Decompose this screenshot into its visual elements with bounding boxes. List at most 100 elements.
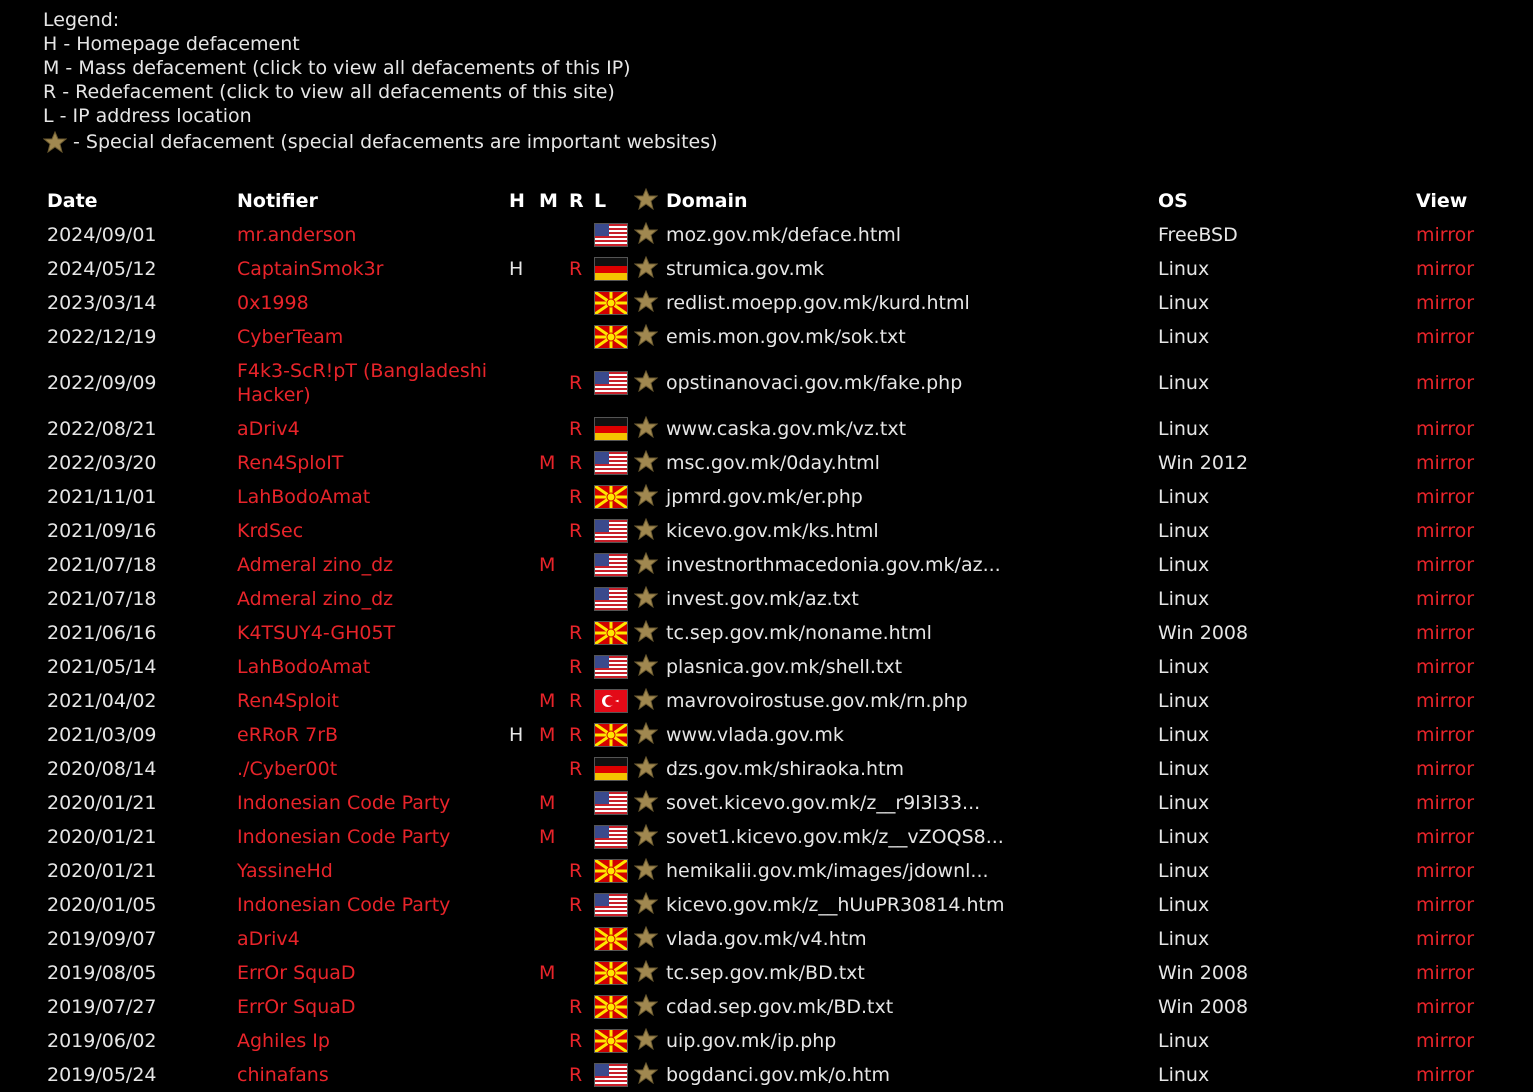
- notifier-link[interactable]: Aghiles Ip: [237, 1024, 509, 1058]
- notifier-name[interactable]: aDriv4: [237, 927, 300, 951]
- redeface-link[interactable]: R: [569, 514, 594, 548]
- mirror-link[interactable]: mirror: [1416, 548, 1506, 582]
- redeface-link[interactable]: R: [569, 252, 594, 286]
- mirror-link[interactable]: mirror: [1416, 922, 1506, 956]
- mirror-link[interactable]: mirror: [1416, 218, 1506, 252]
- redeface-link[interactable]: R: [569, 990, 594, 1024]
- mass-link[interactable]: M: [539, 548, 569, 582]
- notifier-link[interactable]: aDriv4: [237, 922, 509, 956]
- mirror-link[interactable]: mirror: [1416, 752, 1506, 786]
- notifier-name[interactable]: mr.anderson: [237, 223, 356, 247]
- notifier-link[interactable]: CyberTeam: [237, 320, 509, 354]
- mirror-link[interactable]: mirror: [1416, 956, 1506, 990]
- notifier-name[interactable]: Ren4Sploit: [237, 689, 339, 713]
- notifier-link[interactable]: aDriv4: [237, 412, 509, 446]
- mirror-link[interactable]: mirror: [1416, 820, 1506, 854]
- redeface-link[interactable]: R: [569, 412, 594, 446]
- notifier-name[interactable]: YassineHd: [237, 859, 333, 883]
- notifier-name[interactable]: 0x1998: [237, 291, 309, 315]
- redeface-link[interactable]: R: [569, 684, 594, 718]
- mirror-link[interactable]: mirror: [1416, 684, 1506, 718]
- notifier-name[interactable]: KrdSec: [237, 519, 303, 543]
- mass-link[interactable]: M: [539, 956, 569, 990]
- mirror-link[interactable]: mirror: [1416, 1058, 1506, 1092]
- mirror-link[interactable]: mirror: [1416, 718, 1506, 752]
- mirror-link[interactable]: mirror: [1416, 286, 1506, 320]
- notifier-link[interactable]: Ren4Sploit: [237, 684, 509, 718]
- notifier-link[interactable]: LahBodoAmat: [237, 480, 509, 514]
- mass-link[interactable]: M: [539, 786, 569, 820]
- notifier-link[interactable]: eRRoR 7rB: [237, 718, 509, 752]
- redeface-link[interactable]: R: [569, 752, 594, 786]
- notifier-name[interactable]: Indonesian Code Party: [237, 893, 450, 917]
- redeface-link[interactable]: R: [569, 888, 594, 922]
- redeface-link[interactable]: R: [569, 854, 594, 888]
- notifier-link[interactable]: LahBodoAmat: [237, 650, 509, 684]
- mirror-link[interactable]: mirror: [1416, 252, 1506, 286]
- redeface-link[interactable]: R: [569, 1024, 594, 1058]
- notifier-name[interactable]: K4TSUY4-GH05T: [237, 621, 395, 645]
- notifier-link[interactable]: Indonesian Code Party: [237, 888, 509, 922]
- mirror-link[interactable]: mirror: [1416, 582, 1506, 616]
- mirror-link[interactable]: mirror: [1416, 990, 1506, 1024]
- notifier-link[interactable]: K4TSUY4-GH05T: [237, 616, 509, 650]
- redeface-link[interactable]: R: [569, 354, 594, 412]
- mirror-link[interactable]: mirror: [1416, 888, 1506, 922]
- notifier-name[interactable]: Admeral zino_dz: [237, 553, 393, 577]
- notifier-link[interactable]: chinafans: [237, 1058, 509, 1092]
- notifier-name[interactable]: Aghiles Ip: [237, 1029, 330, 1053]
- mirror-link[interactable]: mirror: [1416, 412, 1506, 446]
- mirror-link[interactable]: mirror: [1416, 354, 1506, 412]
- notifier-link[interactable]: Indonesian Code Party: [237, 786, 509, 820]
- notifier-link[interactable]: YassineHd: [237, 854, 509, 888]
- notifier-name[interactable]: aDriv4: [237, 417, 300, 441]
- notifier-name[interactable]: Indonesian Code Party: [237, 825, 450, 849]
- notifier-name[interactable]: CyberTeam: [237, 325, 343, 349]
- mass-link[interactable]: M: [539, 820, 569, 854]
- notifier-link[interactable]: KrdSec: [237, 514, 509, 548]
- notifier-link[interactable]: Admeral zino_dz: [237, 582, 509, 616]
- notifier-name[interactable]: eRRoR 7rB: [237, 723, 338, 747]
- mass-link[interactable]: M: [539, 684, 569, 718]
- redeface-link[interactable]: R: [569, 718, 594, 752]
- us-flag-icon: [594, 223, 628, 247]
- star-icon: [633, 891, 659, 914]
- notifier-link[interactable]: ErrOr SquaD: [237, 956, 509, 990]
- redeface-link[interactable]: R: [569, 480, 594, 514]
- notifier-link[interactable]: Admeral zino_dz: [237, 548, 509, 582]
- mirror-link[interactable]: mirror: [1416, 320, 1506, 354]
- notifier-name[interactable]: LahBodoAmat: [237, 485, 370, 509]
- notifier-link[interactable]: mr.anderson: [237, 218, 509, 252]
- mirror-link[interactable]: mirror: [1416, 854, 1506, 888]
- notifier-link[interactable]: Indonesian Code Party: [237, 820, 509, 854]
- mirror-link[interactable]: mirror: [1416, 514, 1506, 548]
- notifier-link[interactable]: F4k3-ScR!pT (Bangladeshi Hacker): [237, 354, 509, 412]
- notifier-link[interactable]: CaptainSmok3r: [237, 252, 509, 286]
- notifier-name[interactable]: ErrOr SquaD: [237, 995, 356, 1019]
- mirror-link[interactable]: mirror: [1416, 480, 1506, 514]
- mirror-link[interactable]: mirror: [1416, 446, 1506, 480]
- notifier-link[interactable]: Ren4SploIT: [237, 446, 509, 480]
- notifier-link[interactable]: ./Cyber00t: [237, 752, 509, 786]
- redeface-link[interactable]: R: [569, 1058, 594, 1092]
- notifier-name[interactable]: Admeral zino_dz: [237, 587, 393, 611]
- mirror-link[interactable]: mirror: [1416, 650, 1506, 684]
- notifier-name[interactable]: Indonesian Code Party: [237, 791, 450, 815]
- notifier-name[interactable]: Ren4SploIT: [237, 451, 343, 475]
- redeface-link[interactable]: R: [569, 650, 594, 684]
- notifier-link[interactable]: 0x1998: [237, 286, 509, 320]
- mirror-link[interactable]: mirror: [1416, 616, 1506, 650]
- notifier-name[interactable]: F4k3-ScR!pT (Bangladeshi Hacker): [237, 359, 509, 407]
- redeface-link[interactable]: R: [569, 616, 594, 650]
- mass-link[interactable]: M: [539, 718, 569, 752]
- mass-link[interactable]: M: [539, 446, 569, 480]
- notifier-name[interactable]: ./Cyber00t: [237, 757, 337, 781]
- notifier-name[interactable]: LahBodoAmat: [237, 655, 370, 679]
- notifier-name[interactable]: CaptainSmok3r: [237, 257, 383, 281]
- notifier-name[interactable]: ErrOr SquaD: [237, 961, 356, 985]
- mirror-link[interactable]: mirror: [1416, 786, 1506, 820]
- notifier-link[interactable]: ErrOr SquaD: [237, 990, 509, 1024]
- redeface-link[interactable]: R: [569, 446, 594, 480]
- mirror-link[interactable]: mirror: [1416, 1024, 1506, 1058]
- notifier-name[interactable]: chinafans: [237, 1063, 329, 1087]
